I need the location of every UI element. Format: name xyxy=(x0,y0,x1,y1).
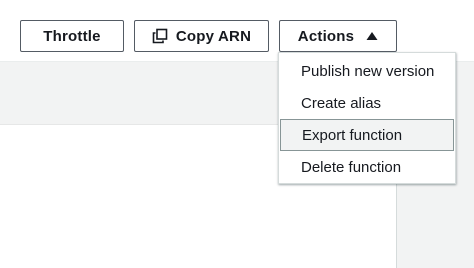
actions-button-label: Actions xyxy=(297,27,355,45)
menu-item-export-function[interactable]: Export function xyxy=(280,119,454,151)
copy-icon xyxy=(152,28,168,44)
copy-arn-button[interactable]: Copy ARN xyxy=(134,20,269,52)
menu-item-delete-function[interactable]: Delete function xyxy=(279,151,455,183)
throttle-button-label: Throttle xyxy=(43,27,101,45)
menu-item-publish-new-version[interactable]: Publish new version xyxy=(279,55,455,87)
actions-dropdown-button[interactable]: Actions xyxy=(279,20,397,52)
actions-dropdown-menu: Publish new version Create alias Export … xyxy=(278,52,456,184)
menu-item-label: Delete function xyxy=(301,158,402,176)
throttle-button[interactable]: Throttle xyxy=(20,20,124,52)
menu-item-label: Publish new version xyxy=(301,62,435,80)
menu-item-label: Create alias xyxy=(301,94,382,112)
lambda-function-page: Throttle Copy ARN Actions Publish new ve… xyxy=(0,0,474,268)
copy-arn-button-label: Copy ARN xyxy=(175,27,252,45)
menu-item-create-alias[interactable]: Create alias xyxy=(279,87,455,119)
menu-item-label: Export function xyxy=(302,126,403,144)
caret-up-icon xyxy=(366,31,378,41)
